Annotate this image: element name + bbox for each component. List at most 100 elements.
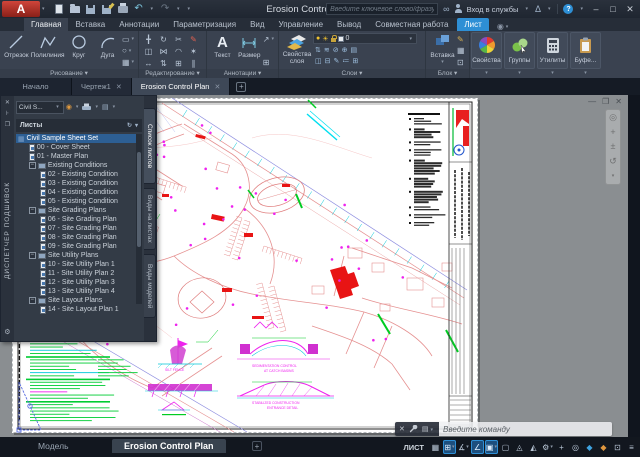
search-input[interactable] bbox=[326, 3, 438, 15]
snap-icon[interactable]: ⊞▾ bbox=[443, 440, 456, 454]
ssm-refresh-icon[interactable]: ◉ bbox=[66, 103, 72, 111]
ribbon-tab-layout[interactable]: Лист bbox=[457, 18, 488, 31]
ssm-refresh-chevron-icon[interactable]: ▾ bbox=[76, 104, 79, 110]
plot-icon[interactable] bbox=[117, 3, 129, 15]
help-icon[interactable]: ? bbox=[563, 4, 573, 14]
ssm-scrollbar[interactable] bbox=[136, 134, 142, 304]
text-button[interactable]: A Текст bbox=[209, 32, 236, 69]
sign-in-chevron-icon[interactable]: ▾ bbox=[525, 6, 528, 12]
tree-subset-item[interactable]: −Site Layout Plans bbox=[16, 296, 142, 305]
tree-subset-item[interactable]: −Site Utility Plans bbox=[16, 251, 142, 260]
ssm-tab-sheet-list[interactable]: Список листов bbox=[144, 108, 156, 184]
modify-tool-icon[interactable]: ╋ bbox=[146, 35, 151, 44]
close-button[interactable]: ✕ bbox=[624, 4, 636, 15]
3d-object-snap-icon[interactable]: ▢ bbox=[499, 440, 512, 454]
redo-icon[interactable]: ↷ bbox=[159, 3, 171, 15]
app-menu-chevron-icon[interactable]: ▾ bbox=[42, 6, 45, 12]
modify-tool-icon[interactable]: ⊞ bbox=[175, 59, 182, 68]
dimension-button[interactable]: Размер bbox=[236, 32, 263, 69]
tree-sheet-item[interactable]: 06 - Site Grading Plan bbox=[16, 215, 142, 224]
layer-dropdown-chevron-icon[interactable]: ▾ bbox=[409, 36, 412, 42]
maximize-button[interactable]: □ bbox=[607, 4, 619, 14]
clean-screen-icon[interactable]: ⊡ bbox=[611, 440, 624, 454]
expand-toggle-icon[interactable]: − bbox=[29, 162, 36, 169]
modify-tool-icon[interactable]: ⇅ bbox=[160, 59, 167, 68]
line-button[interactable]: Отрезок bbox=[2, 32, 31, 69]
new-file-icon[interactable] bbox=[53, 3, 65, 15]
tree-sheet-item[interactable]: 11 - Site Utility Plan 2 bbox=[16, 269, 142, 278]
layer-dropdown[interactable]: ● ☀ 0 ▾ bbox=[313, 33, 417, 44]
modify-tool-icon[interactable]: ⋈ bbox=[160, 47, 168, 56]
layout-tab-model[interactable]: Модель bbox=[26, 439, 81, 453]
panel-utilities[interactable]: Утилиты ▾ bbox=[537, 32, 568, 69]
block-attributes-icon[interactable]: ▦ bbox=[457, 46, 465, 56]
ssm-close-icon[interactable]: ✕ bbox=[5, 99, 10, 110]
command-input[interactable] bbox=[439, 422, 612, 436]
layer-color-swatch[interactable] bbox=[338, 36, 344, 42]
circle-button[interactable]: Круг bbox=[64, 32, 93, 69]
tree-sheet-item[interactable]: 07 - Site Grading Plan bbox=[16, 224, 142, 233]
table-icon[interactable]: ⊞ bbox=[263, 57, 276, 67]
settings-gear-icon[interactable]: ⚙▾ bbox=[541, 440, 554, 454]
modify-tool-icon[interactable]: ↔ bbox=[145, 59, 153, 68]
file-tab-drawing1[interactable]: Чертеж1✕ bbox=[72, 78, 132, 95]
tree-sheet-item[interactable]: 02 - Existing Condition bbox=[16, 170, 142, 179]
ribbon-tab-view[interactable]: Вид bbox=[243, 18, 271, 31]
expand-toggle-icon[interactable]: − bbox=[29, 297, 36, 304]
polyline-button[interactable]: Полилиния bbox=[31, 32, 65, 69]
modify-tool-icon[interactable]: ◫ bbox=[145, 47, 153, 56]
tree-sheet-item[interactable]: 01 - Master Plan bbox=[16, 152, 142, 161]
layer-tool-icon[interactable]: ⊕ bbox=[342, 46, 348, 54]
expand-toggle-icon[interactable]: − bbox=[29, 252, 36, 259]
layer-tool-icon[interactable]: ◫ bbox=[315, 57, 322, 65]
ssm-header-chevron-icon[interactable]: ▾ bbox=[135, 122, 138, 129]
ssm-autohide-icon[interactable]: ⊦ bbox=[6, 110, 9, 121]
new-layout-button[interactable]: + bbox=[252, 441, 262, 451]
groups-flyout-chevron-icon[interactable]: ▾ bbox=[505, 70, 534, 76]
undo-icon[interactable]: ↶ bbox=[133, 3, 145, 15]
tree-sheet-item[interactable]: 14 - Site Layout Plan 1 bbox=[16, 305, 142, 314]
layer-tool-icon[interactable]: ⊞ bbox=[352, 57, 358, 65]
tree-sheet-item[interactable]: 05 - Existing Condition bbox=[16, 197, 142, 206]
command-close-icon[interactable]: ✕ bbox=[399, 425, 405, 433]
a360-icon[interactable]: ◆ bbox=[583, 440, 596, 454]
utilities-flyout-chevron-icon[interactable]: ▾ bbox=[538, 70, 567, 76]
orbit-icon[interactable]: ↺ bbox=[609, 157, 617, 166]
layer-on-bulb-icon[interactable]: ● bbox=[316, 35, 320, 42]
ssm-scrollbar-thumb[interactable] bbox=[137, 152, 141, 247]
panel-groups[interactable]: Группы ▾ bbox=[504, 32, 535, 69]
annotation-autoscale-icon[interactable]: ◭ bbox=[527, 440, 540, 454]
modify-tool-icon[interactable]: ◠ bbox=[175, 47, 182, 56]
ribbon-tab-collaborate[interactable]: Совместная работа bbox=[368, 18, 455, 31]
pan-icon[interactable]: + bbox=[610, 128, 615, 137]
layer-tool-icon[interactable]: ⊟ bbox=[325, 57, 331, 65]
save-icon[interactable] bbox=[85, 3, 97, 15]
navigation-wheel-icon[interactable]: ◎ bbox=[609, 113, 617, 122]
ribbon-tab-annotate[interactable]: Аннотации bbox=[112, 18, 166, 31]
search-expand-icon[interactable]: ▸ bbox=[317, 6, 320, 12]
help-chevron-icon[interactable]: ▾ bbox=[580, 6, 583, 12]
tree-sheet-item[interactable]: 04 - Existing Condition bbox=[16, 188, 142, 197]
panel-label-modify[interactable]: Редактирование ▾ bbox=[139, 69, 206, 78]
trusted-dwg-icon[interactable]: ◆ bbox=[597, 440, 610, 454]
navbar-chevron-icon[interactable]: ▾ bbox=[612, 172, 615, 181]
layer-tool-icon[interactable]: ⊘ bbox=[333, 46, 339, 54]
layer-lock-icon[interactable] bbox=[331, 38, 336, 42]
redo-chevron-icon[interactable]: ▾ bbox=[177, 6, 180, 12]
properties-flyout-chevron-icon[interactable]: ▾ bbox=[472, 70, 501, 76]
close-tab-icon[interactable]: ✕ bbox=[116, 83, 122, 91]
save-as-icon[interactable] bbox=[101, 3, 113, 15]
modify-tool-icon[interactable]: ✂ bbox=[175, 35, 182, 44]
drawing-restore-icon[interactable]: ❐ bbox=[602, 97, 609, 106]
zoom-icon[interactable]: ± bbox=[611, 142, 616, 151]
sheet-set-dropdown[interactable]: Civil S...▾ bbox=[16, 101, 64, 114]
tree-sheet-item[interactable]: 13 - Site Utility Plan 4 bbox=[16, 287, 142, 296]
record-icon[interactable]: ◉▾ bbox=[497, 22, 511, 31]
layer-tool-icon[interactable]: ▤ bbox=[351, 46, 358, 54]
drawing-minimize-icon[interactable]: — bbox=[588, 97, 596, 106]
layout-tab-erosion[interactable]: Erosion Control Plan bbox=[112, 439, 226, 453]
tree-sheet-item[interactable]: 00 - Cover Sheet bbox=[16, 143, 142, 152]
grid-icon[interactable]: ▦ bbox=[429, 440, 442, 454]
sign-in-button[interactable]: Вход в службы bbox=[467, 5, 519, 14]
search-binoculars-icon[interactable]: ∞ bbox=[443, 4, 449, 14]
